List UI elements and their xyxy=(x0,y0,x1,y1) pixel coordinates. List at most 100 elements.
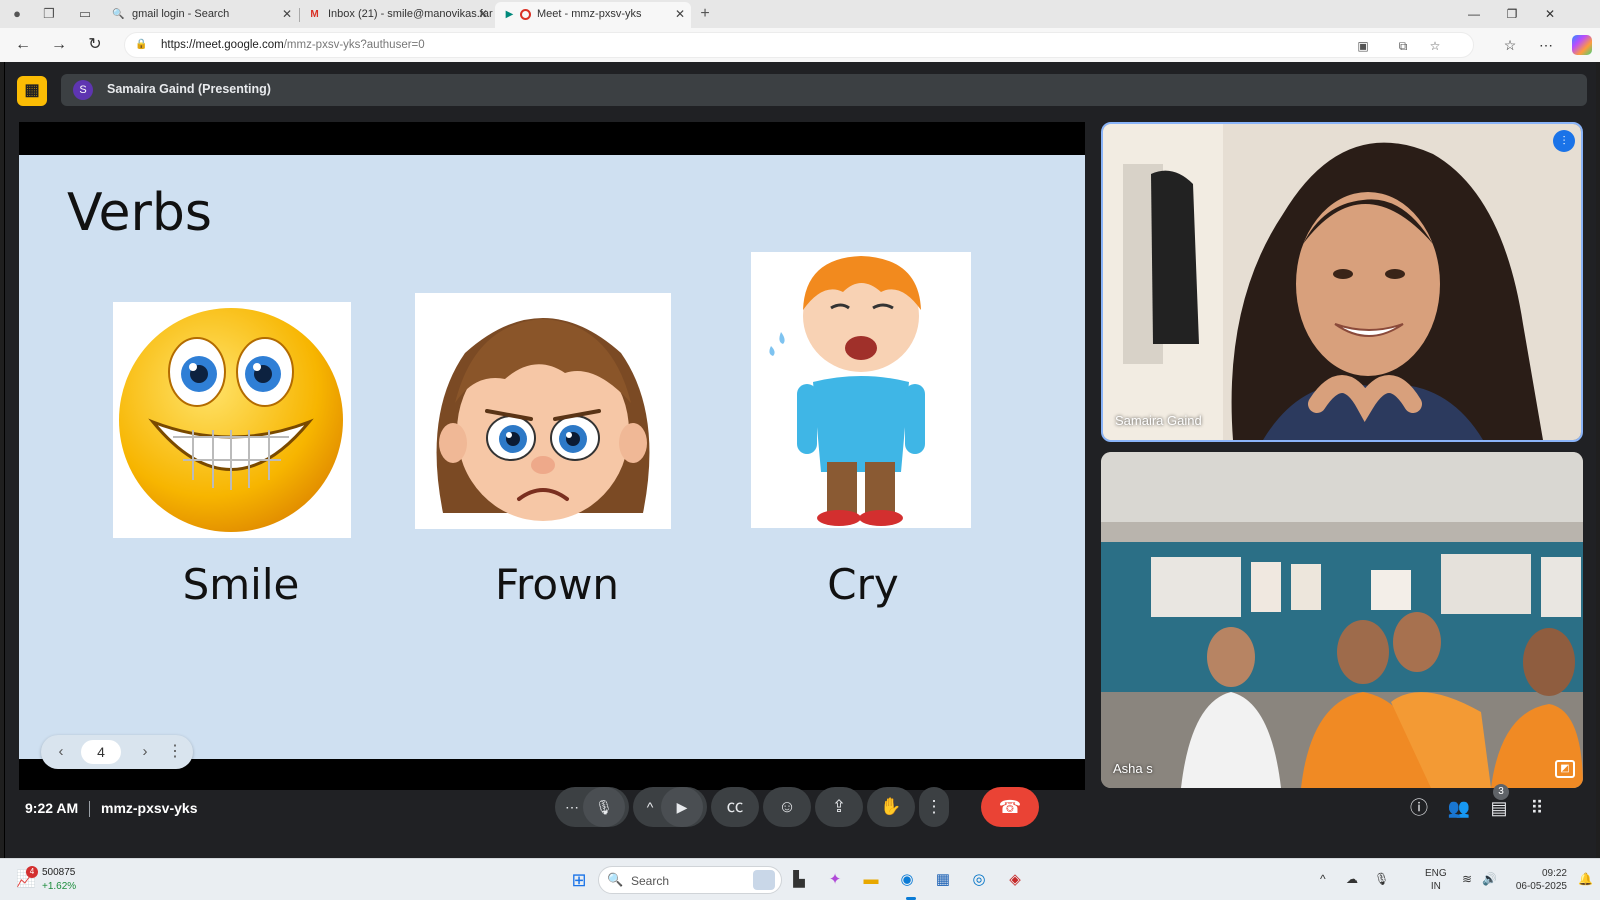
avatar: S xyxy=(73,80,93,100)
cry-image xyxy=(751,252,971,528)
back-icon[interactable]: ← xyxy=(12,35,34,55)
chevron-up-icon[interactable]: ^ xyxy=(1320,872,1326,886)
presentation-icon[interactable]: ▦ xyxy=(17,76,47,106)
workspaces-icon[interactable]: ❐ xyxy=(40,5,58,23)
frown-image xyxy=(415,293,671,529)
end-call-icon[interactable]: ☎ xyxy=(981,787,1039,827)
url-host: https://meet.google.com xyxy=(161,39,284,51)
taskbar-search[interactable]: 🔍 Search xyxy=(598,866,782,894)
people-icon[interactable]: 👥 xyxy=(1447,796,1471,820)
microphone-icon[interactable]: 🎙 xyxy=(583,787,625,827)
copilot-app-icon[interactable]: ✦ xyxy=(822,867,848,893)
slide: Verbs Smile Frown Cry ‹ 4 › ⋮ xyxy=(19,155,1085,769)
present-screen-icon[interactable]: ⇪ xyxy=(815,787,863,827)
task-view-icon[interactable]: ▙ xyxy=(786,867,812,893)
frowning-girl-icon xyxy=(436,318,650,521)
browser-chrome: ● ❐ ▭ 🔍 gmail login - Search ✕ M Inbox (… xyxy=(0,0,1600,62)
camera-control-group: ^ ▶ xyxy=(633,787,707,827)
tab-search[interactable]: 🔍 gmail login - Search ✕ xyxy=(104,2,298,28)
address-row: ← → ↻ 🔒 https://meet.google.com/mmz-pxsv… xyxy=(0,28,1600,62)
refresh-icon[interactable]: ↻ xyxy=(84,35,106,55)
meeting-info-icon[interactable]: ⓘ xyxy=(1407,796,1431,820)
camera-icon[interactable]: ▶ xyxy=(661,787,703,827)
notification-badge: 4 xyxy=(26,866,38,878)
lock-icon[interactable]: 🔒 xyxy=(135,38,149,52)
more-options-icon[interactable]: ⋮ xyxy=(919,787,949,827)
stock-widget[interactable]: 📈 4 500875 +1.62% xyxy=(16,866,86,895)
tab-gmail[interactable]: M Inbox (21) - smile@manovikas.far ✕ xyxy=(300,2,494,28)
close-icon[interactable]: ✕ xyxy=(282,2,292,26)
app-available-icon[interactable]: ⧉ xyxy=(1395,38,1411,54)
volume-icon[interactable]: 🔊 xyxy=(1482,872,1497,886)
window-close-icon[interactable]: ✕ xyxy=(1540,4,1560,24)
activities-icon[interactable]: ⠿ xyxy=(1525,796,1549,820)
divider xyxy=(89,801,90,817)
tab-actions-icon[interactable]: ▭ xyxy=(76,5,94,23)
mcafee-icon[interactable]: ◈ xyxy=(1002,867,1028,893)
emoji-icon[interactable]: ☺ xyxy=(763,787,811,827)
address-bar[interactable]: 🔒 https://meet.google.com/mmz-pxsv-yks?a… xyxy=(124,32,1474,58)
system-clock[interactable]: 09:22 06-05-2025 xyxy=(1505,867,1567,893)
store-icon[interactable]: ▦ xyxy=(930,867,956,893)
stock-value: 500875 xyxy=(42,867,76,878)
new-tab-icon[interactable]: + xyxy=(696,5,714,23)
file-explorer-icon[interactable]: ▬ xyxy=(858,867,884,893)
region-code: IN xyxy=(1430,881,1441,892)
slide-navigator: ‹ 4 › ⋮ xyxy=(41,735,193,769)
favorites-icon[interactable]: ☆ xyxy=(1500,35,1520,55)
favorite-star-icon[interactable]: ☆ xyxy=(1427,38,1443,54)
search-highlight-image xyxy=(753,870,775,890)
smiling-emoji-icon xyxy=(119,308,343,532)
more-vert-icon[interactable]: ⋮ xyxy=(167,741,183,763)
clock-date: 06-05-2025 xyxy=(1515,881,1567,892)
clock-time: 09:22 xyxy=(1541,868,1567,879)
pin-icon[interactable]: ◩ xyxy=(1555,760,1575,778)
close-icon[interactable]: ✕ xyxy=(675,2,685,26)
slide-page-number[interactable]: 4 xyxy=(81,740,121,764)
meet-icon: ▶ xyxy=(505,9,514,20)
chevron-left-icon[interactable]: ‹ xyxy=(51,742,71,762)
forward-icon[interactable]: → xyxy=(48,35,70,55)
restore-icon[interactable]: ❐ xyxy=(1502,4,1522,24)
stock-change: +1.62% xyxy=(42,881,77,892)
gmail-icon: M xyxy=(310,9,319,20)
microphone-icon[interactable]: 🎙 xyxy=(1374,872,1389,886)
onedrive-icon[interactable]: ☁ xyxy=(1346,872,1358,886)
chat-icon[interactable]: ▤ xyxy=(1487,796,1511,820)
url-text[interactable]: https://meet.google.com/mmz-pxsv-yks?aut… xyxy=(161,39,425,51)
presenting-bar: S Samaira Gaind (Presenting) xyxy=(61,74,1587,106)
windows-start-icon[interactable]: ⊞ xyxy=(566,867,592,893)
crying-boy-icon xyxy=(769,256,925,526)
tab-meet[interactable]: ▶ Meet - mmz-pxsv-yks ✕ xyxy=(495,2,691,28)
caption-frown: Frown xyxy=(494,560,620,609)
camera-in-use-icon[interactable]: ▣ xyxy=(1355,38,1371,54)
dell-icon[interactable]: ◎ xyxy=(966,867,992,893)
close-icon[interactable]: ✕ xyxy=(478,2,488,26)
language-indicator[interactable]: ENG IN xyxy=(1425,867,1447,893)
minimize-icon[interactable]: — xyxy=(1464,4,1484,24)
edge-icon[interactable]: ◉ xyxy=(894,867,920,893)
presenter-label: Samaira Gaind (Presenting) xyxy=(107,82,271,96)
participant-video xyxy=(1103,124,1581,440)
more-menu-icon[interactable]: ⋯ xyxy=(1536,35,1556,55)
smile-image xyxy=(113,302,351,538)
chevron-right-icon[interactable]: › xyxy=(135,742,155,762)
windows-taskbar: 📈 4 500875 +1.62% ⊞ 🔍 Search ▙ ✦ ▬ ◉ ▦ ◎… xyxy=(0,858,1600,900)
meeting-code: mmz-pxsv-yks xyxy=(101,800,198,816)
search-icon: 🔍 xyxy=(112,9,125,20)
participant-tile-asha[interactable]: ◩ Asha s xyxy=(1101,452,1583,788)
raise-hand-icon[interactable]: ✋ xyxy=(867,787,915,827)
wifi-icon[interactable]: ≋ xyxy=(1462,872,1472,886)
language-code: ENG xyxy=(1425,868,1447,879)
captions-icon[interactable]: ㏄ xyxy=(711,787,759,827)
participant-name: Samaira Gaind xyxy=(1115,413,1202,428)
copilot-icon[interactable] xyxy=(1572,35,1592,55)
profile-icon[interactable]: ● xyxy=(8,5,26,23)
participant-tile-samaira[interactable]: ⫶ Samaira Gaind xyxy=(1101,122,1583,442)
participant-name: Asha s xyxy=(1113,761,1153,776)
speaking-indicator-icon: ⫶ xyxy=(1553,130,1575,152)
meet-window: ▦ S Samaira Gaind (Presenting) Verbs Smi… xyxy=(4,62,1596,858)
recording-icon xyxy=(520,9,531,20)
meet-control-bar: 9:22 AM mmz-pxsv-yks ⋯ 🎙 ^ ▶ ㏄ ☺ ⇪ ✋ ⋮ ☎… xyxy=(5,780,1597,858)
notifications-icon[interactable]: 🔔 xyxy=(1578,872,1593,886)
